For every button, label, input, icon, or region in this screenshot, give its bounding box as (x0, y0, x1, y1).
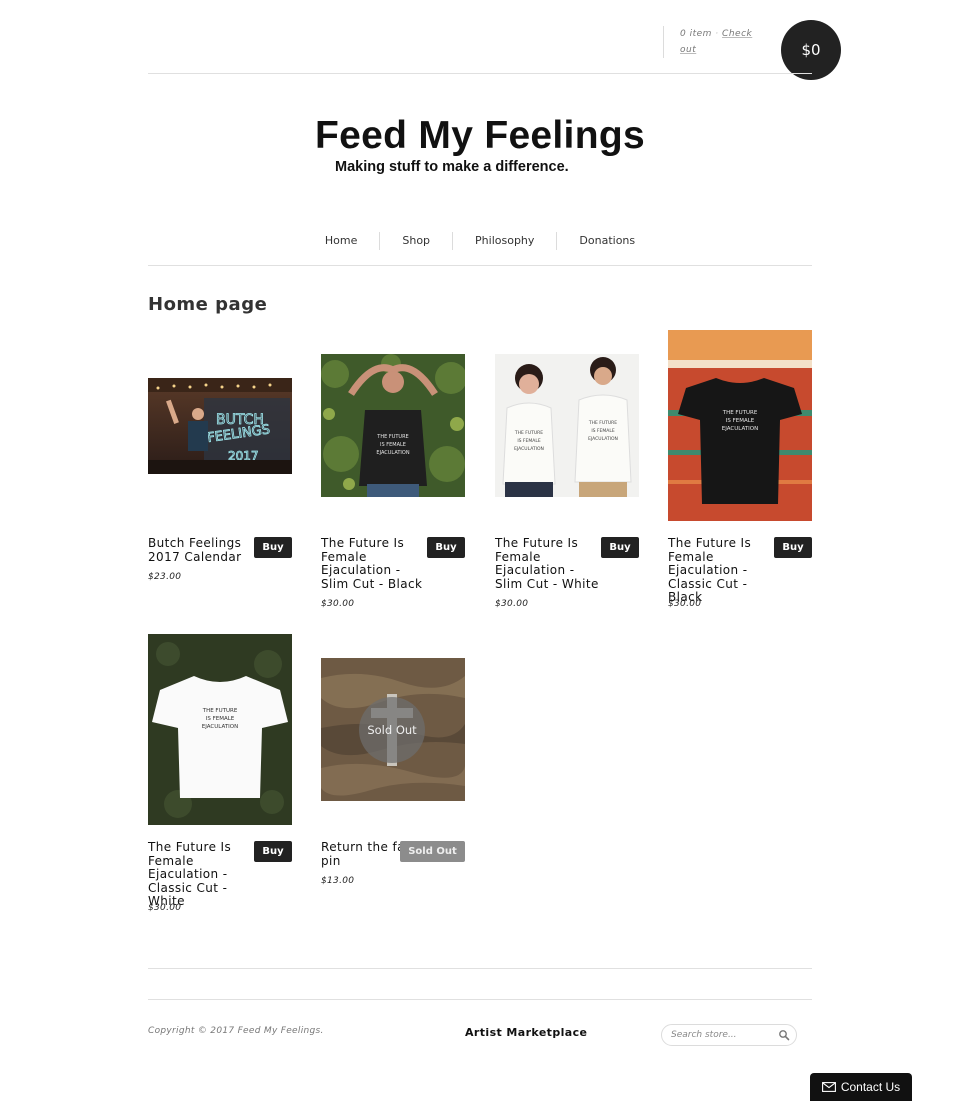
svg-text:EJACULATION: EJACULATION (514, 446, 544, 452)
buy-button[interactable]: Buy (427, 537, 465, 558)
slim-white-photo: THE FUTURE IS FEMALE EJACULATION THE FUT… (495, 354, 639, 497)
product-image[interactable]: THE FUTURE IS FEMALE EJACULATION (148, 634, 292, 825)
product-name[interactable]: The Future Is Female Ejaculation - Slim … (495, 536, 601, 591)
svg-text:IS FEMALE: IS FEMALE (206, 716, 235, 722)
product-card: THE FUTURE IS FEMALE EJACULATION THE FUT… (495, 330, 639, 610)
shirt-text: THE FUTURE IS FEMALE EJACULATION (376, 434, 410, 456)
search-icon[interactable] (778, 1029, 790, 1041)
page-heading: Home page (148, 294, 268, 315)
main-nav: Home Shop Philosophy Donations (0, 232, 960, 250)
nav-item-home[interactable]: Home (303, 232, 379, 250)
svg-text:EJACULATION: EJACULATION (202, 724, 238, 730)
search-input[interactable] (671, 1028, 771, 1042)
product-card: BUTCH FEELINGS 2017 Butch Feelings 2017 … (148, 330, 292, 590)
svg-text:IS FEMALE: IS FEMALE (517, 438, 541, 444)
product-name[interactable]: Butch Feelings 2017 Calendar (148, 536, 254, 564)
contact-us-button[interactable]: Contact Us (810, 1073, 912, 1101)
footer-divider (148, 968, 812, 969)
svg-text:THE FUTURE: THE FUTURE (722, 410, 758, 416)
product-price: $23.00 (148, 572, 182, 582)
product-name[interactable]: The Future Is Female Ejaculation - Class… (668, 536, 774, 605)
product-price: $13.00 (321, 876, 355, 886)
product-image[interactable]: BUTCH FEELINGS 2017 (148, 378, 292, 474)
svg-text:IS FEMALE: IS FEMALE (726, 418, 755, 424)
buy-button[interactable]: Buy (601, 537, 639, 558)
search-form (661, 1024, 797, 1046)
svg-text:IS FEMALE: IS FEMALE (380, 442, 406, 448)
nav-item-donations[interactable]: Donations (556, 232, 657, 250)
product-card: THE FUTURE IS FEMALE EJACULATION The Fut… (148, 634, 292, 919)
sold-out-overlay: Sold Out (359, 697, 425, 763)
copyright-text: Copyright © 2017 Feed My Feelings. (148, 1026, 324, 1036)
product-image[interactable]: THE FUTURE IS FEMALE EJACULATION (321, 354, 465, 497)
product-name[interactable]: The Future Is Female Ejaculation - Slim … (321, 536, 427, 591)
cart-item-count: 0 item (680, 29, 712, 39)
product-image[interactable]: Sold Out (321, 658, 465, 801)
product-card: Sold Out Return the favor pin Sold Out $… (321, 634, 465, 894)
cart-total-badge[interactable]: $0 (781, 20, 841, 80)
buy-button[interactable]: Buy (774, 537, 812, 558)
product-card: THE FUTURE IS FEMALE EJACULATION The Fut… (668, 330, 812, 610)
site-tagline: Making stuff to make a difference. (335, 159, 569, 175)
buy-button[interactable]: Buy (254, 841, 292, 862)
classic-white-photo: THE FUTURE IS FEMALE EJACULATION (148, 634, 292, 825)
nav-item-philosophy[interactable]: Philosophy (452, 232, 556, 250)
product-price: $30.00 (148, 903, 182, 913)
artist-marketplace-link[interactable]: Artist Marketplace (465, 1026, 587, 1039)
product-card: THE FUTURE IS FEMALE EJACULATION The Fut… (321, 330, 465, 610)
site-title[interactable]: Feed My Feelings (0, 114, 960, 158)
nav-item-shop[interactable]: Shop (379, 232, 452, 250)
svg-text:EJACULATION: EJACULATION (722, 426, 758, 432)
shirt-text: THE FUTURE IS FEMALE EJACULATION (202, 708, 239, 730)
svg-text:THE FUTURE: THE FUTURE (588, 420, 617, 426)
svg-text:EJACULATION: EJACULATION (588, 436, 618, 442)
svg-text:THE FUTURE: THE FUTURE (514, 430, 543, 436)
product-name[interactable]: The Future Is Female Ejaculation - Class… (148, 840, 254, 909)
contact-us-label: Contact Us (840, 1080, 901, 1094)
header-divider (148, 73, 812, 74)
shirt-text: THE FUTURE IS FEMALE EJACULATION (722, 410, 759, 432)
mail-icon (821, 1082, 836, 1092)
nav-divider (148, 265, 812, 266)
svg-text:THE FUTURE: THE FUTURE (202, 708, 238, 714)
slim-black-photo: THE FUTURE IS FEMALE EJACULATION (321, 354, 465, 497)
svg-text:EJACULATION: EJACULATION (376, 450, 409, 456)
product-price: $30.00 (321, 599, 355, 609)
cart-summary: 0 item · Check out (663, 26, 763, 58)
footer-divider (148, 999, 812, 1000)
sold-out-button: Sold Out (400, 841, 465, 862)
classic-black-photo: THE FUTURE IS FEMALE EJACULATION (668, 330, 812, 521)
product-price: $30.00 (668, 599, 702, 609)
svg-text:IS FEMALE: IS FEMALE (591, 428, 615, 434)
cart-separator: · (715, 29, 719, 39)
product-price: $30.00 (495, 599, 529, 609)
product-image[interactable]: THE FUTURE IS FEMALE EJACULATION (668, 330, 812, 521)
svg-text:THE FUTURE: THE FUTURE (376, 434, 408, 440)
product-image[interactable]: THE FUTURE IS FEMALE EJACULATION THE FUT… (495, 354, 639, 497)
buy-button[interactable]: Buy (254, 537, 292, 558)
calendar-photo: BUTCH FEELINGS 2017 (148, 378, 292, 474)
